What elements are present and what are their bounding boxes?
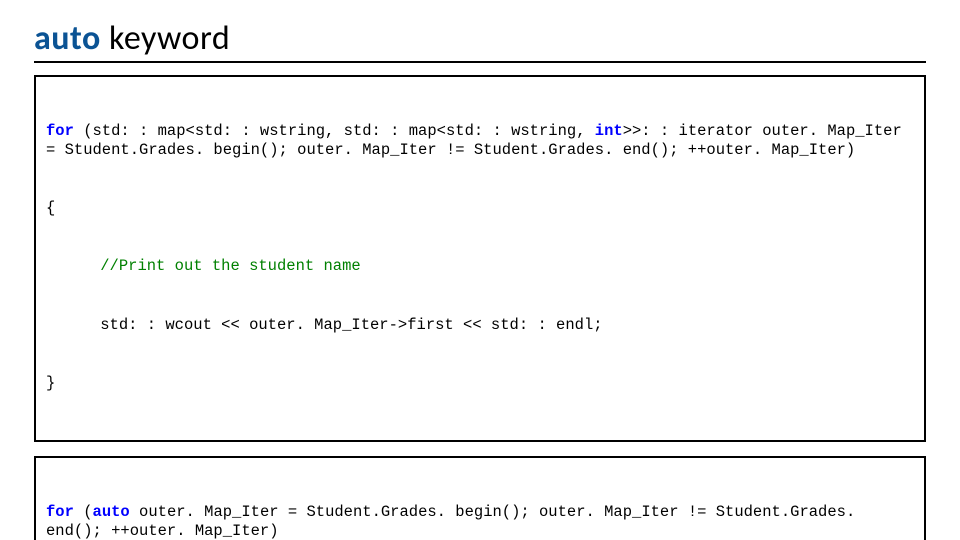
- code-line: for (std: : map<std: : wstring, std: : m…: [46, 122, 914, 161]
- arrow-op: ->: [389, 316, 408, 334]
- code-line: }: [46, 374, 914, 393]
- keyword-auto: auto: [93, 503, 130, 521]
- code-text: outer. Map_Iter = Student.Grades. begin(…: [46, 503, 865, 540]
- code-line: {: [46, 199, 914, 218]
- code-comment: //Print out the student name: [46, 257, 914, 276]
- code-text: (: [74, 503, 93, 521]
- title-rest: keyword: [101, 18, 230, 59]
- code-text: (std: : map<std: : wstring, std: : map<s…: [74, 122, 595, 140]
- keyword-for: for: [46, 503, 74, 521]
- title-keyword: auto: [34, 18, 101, 59]
- code-box-2: for (auto outer. Map_Iter = Student.Grad…: [34, 456, 926, 540]
- keyword-int: int: [595, 122, 623, 140]
- code-text: first << std: : endl;: [407, 316, 602, 334]
- code-text: std: : wcout << outer. Map_Iter: [100, 316, 388, 334]
- slide: auto keyword for (std: : map<std: : wstr…: [0, 0, 960, 540]
- slide-title: auto keyword: [34, 18, 926, 63]
- code-line: for (auto outer. Map_Iter = Student.Grad…: [46, 503, 914, 540]
- keyword-for: for: [46, 122, 74, 140]
- code-box-1: for (std: : map<std: : wstring, std: : m…: [34, 75, 926, 442]
- code-line: std: : wcout << outer. Map_Iter->first <…: [46, 316, 914, 335]
